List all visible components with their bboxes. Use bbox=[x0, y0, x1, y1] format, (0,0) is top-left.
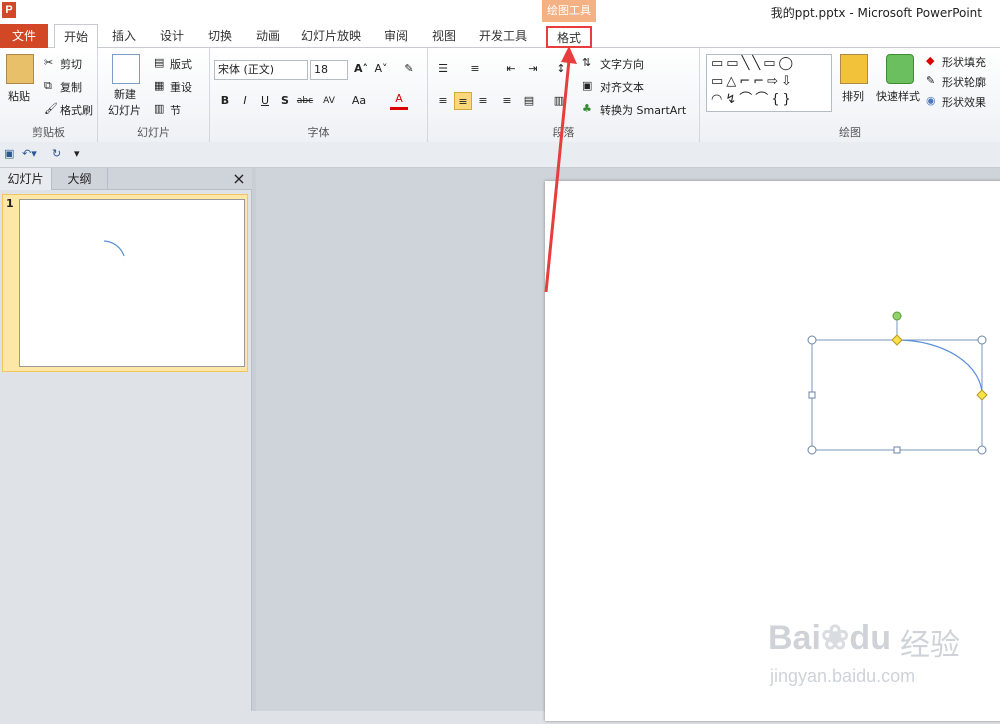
paw-icon: ❀ bbox=[820, 619, 850, 657]
watermark-url: jingyan.baidu.com bbox=[770, 666, 916, 686]
watermark-brand: Bai❀du bbox=[768, 619, 891, 657]
watermark-word: 经验 bbox=[900, 629, 960, 662]
annotation-arrow bbox=[544, 46, 577, 293]
